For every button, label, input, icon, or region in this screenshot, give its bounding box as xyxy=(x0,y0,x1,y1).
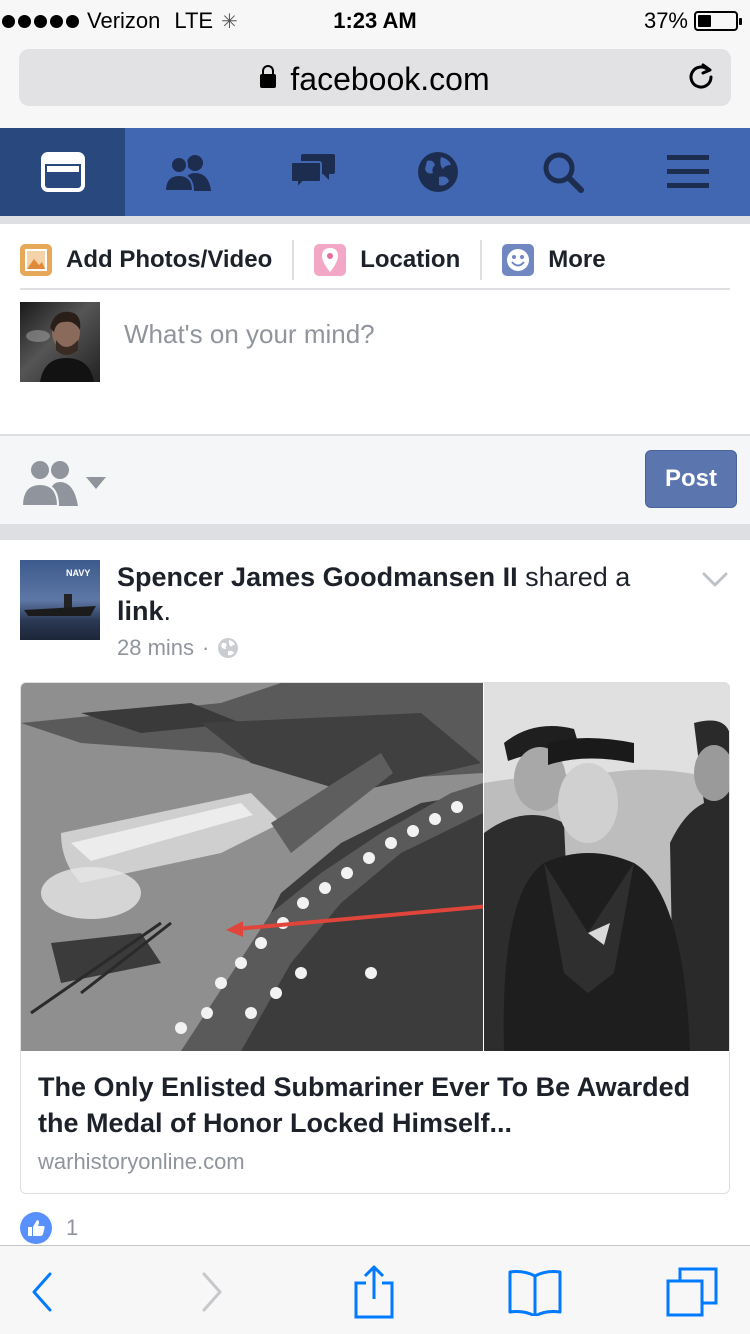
share-button[interactable] xyxy=(344,1264,404,1320)
chevron-left-icon xyxy=(32,1272,52,1312)
tab-friends[interactable] xyxy=(125,128,250,216)
back-button[interactable] xyxy=(12,1264,72,1320)
friends-icon xyxy=(163,155,211,191)
address-text-wrap: facebook.com xyxy=(19,61,731,98)
news-feed-icon xyxy=(40,152,85,192)
battery-percent: 37% xyxy=(643,8,688,33)
location-pin-icon xyxy=(314,244,347,276)
audience-selector[interactable] xyxy=(20,456,106,506)
lock-icon xyxy=(260,65,277,88)
feed-divider xyxy=(0,524,750,540)
browser-bottom-bar xyxy=(0,1245,750,1334)
tab-search[interactable] xyxy=(500,128,625,216)
shared-text: shared a xyxy=(525,562,631,592)
post-composer: Add Photos/Video Location More What's on… xyxy=(0,224,750,434)
reactions-summary[interactable]: 1 xyxy=(20,1212,78,1244)
tab-messages[interactable] xyxy=(250,128,375,216)
status-bar: Verizon LTE ✳ 1:23 AM 37% xyxy=(0,0,750,40)
period: . xyxy=(163,596,172,626)
link-word[interactable]: link xyxy=(117,596,164,626)
location-label: Location xyxy=(360,246,461,273)
search-icon xyxy=(543,152,584,193)
feed-post: NAVY Spencer James Goodmansen II shared … xyxy=(0,540,750,1246)
bookmarks-button[interactable] xyxy=(505,1264,565,1320)
clock: 1:23 AM xyxy=(333,8,417,33)
author-avatar[interactable]: NAVY xyxy=(20,560,100,640)
tab-news-feed[interactable] xyxy=(0,128,125,216)
chevron-right-icon xyxy=(202,1272,222,1312)
link-preview-card[interactable]: The Only Enlisted Submariner Ever To Be … xyxy=(20,682,730,1194)
facebook-nav-bar xyxy=(0,128,750,216)
chevron-down-icon xyxy=(86,477,106,489)
composer-actions: Add Photos/Video Location More xyxy=(20,232,730,290)
link-preview-image[interactable] xyxy=(21,683,729,1051)
add-photos-video-button[interactable]: Add Photos/Video xyxy=(20,240,272,280)
add-photos-label: Add Photos/Video xyxy=(66,246,273,273)
action-separator xyxy=(480,240,483,280)
status-right: 37% xyxy=(643,8,742,34)
tab-menu[interactable] xyxy=(625,128,750,216)
meta-separator: · xyxy=(202,635,210,660)
photo-icon xyxy=(20,244,52,276)
address-bar[interactable]: facebook.com xyxy=(19,49,731,106)
status-input[interactable]: What's on your mind? xyxy=(124,319,375,350)
friends-audience-icon xyxy=(20,459,78,506)
ship-shape xyxy=(24,606,96,616)
link-title[interactable]: The Only Enlisted Submariner Ever To Be … xyxy=(38,1069,718,1141)
author-name[interactable]: Spencer James Goodmansen II xyxy=(117,562,518,592)
tabs-icon xyxy=(666,1267,718,1317)
smiley-icon xyxy=(502,244,535,276)
like-icon xyxy=(20,1212,52,1244)
location-button[interactable]: Location xyxy=(314,240,460,280)
more-label: More xyxy=(548,246,606,273)
tab-notifications[interactable] xyxy=(375,128,500,216)
like-count: 1 xyxy=(66,1215,79,1240)
bookmarks-book-icon xyxy=(508,1270,562,1316)
user-avatar[interactable] xyxy=(20,302,100,382)
browser-toolbar: facebook.com xyxy=(0,40,750,128)
battery-icon xyxy=(694,11,742,31)
action-separator xyxy=(292,240,295,280)
tabs-button[interactable] xyxy=(662,1264,722,1320)
menu-icon xyxy=(666,155,709,188)
link-domain: warhistoryonline.com xyxy=(38,1149,245,1174)
post-headline: Spencer James Goodmansen II shared a lin… xyxy=(117,560,677,628)
more-button[interactable]: More xyxy=(502,240,606,280)
post-button[interactable]: Post xyxy=(645,450,737,508)
composer-footer: Post xyxy=(0,434,750,524)
submarine-rescue-photo xyxy=(21,683,483,1051)
reload-icon[interactable] xyxy=(685,61,717,93)
share-icon xyxy=(354,1265,394,1319)
public-globe-icon xyxy=(218,638,239,658)
post-meta: 28 mins · xyxy=(117,635,239,661)
post-time[interactable]: 28 mins xyxy=(117,635,194,661)
messages-icon xyxy=(289,154,335,191)
notifications-globe-icon xyxy=(417,152,458,192)
ship-tower xyxy=(64,594,72,608)
sailor-portrait-photo xyxy=(484,683,729,1051)
divider xyxy=(0,216,750,224)
avatar-badge: NAVY xyxy=(66,568,91,578)
post-options-chevron-icon[interactable] xyxy=(702,572,728,588)
url-text: facebook.com xyxy=(290,61,490,97)
forward-button[interactable] xyxy=(182,1264,242,1320)
